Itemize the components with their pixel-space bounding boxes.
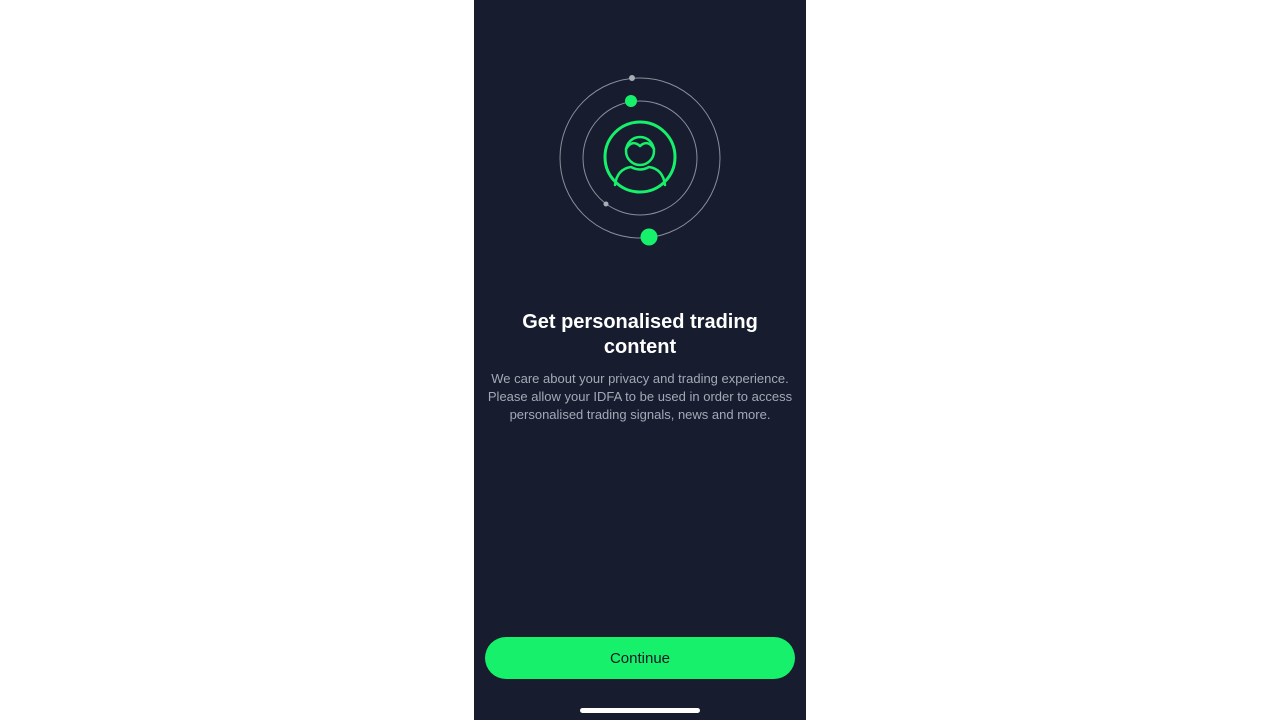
continue-button[interactable]: Continue — [485, 637, 795, 679]
orbit-dot-small-left — [603, 201, 609, 207]
orbit-dot-small-top — [629, 75, 635, 81]
outer-orbit-ring — [559, 77, 721, 239]
home-indicator[interactable] — [580, 708, 700, 713]
phone-screen: Get personalised trading content We care… — [474, 0, 806, 720]
page-title: Get personalised trading content — [522, 311, 758, 358]
personalisation-illustration — [559, 75, 721, 246]
orbit-dot-green-bottom — [640, 228, 658, 246]
privacy-description: We care about your privacy and trading e… — [487, 371, 793, 422]
user-profile-icon — [603, 120, 677, 194]
inner-orbit-ring — [582, 100, 698, 216]
orbit-dot-green-top — [625, 95, 637, 107]
screen-capture-canvas: Get personalised trading content We care… — [0, 0, 1280, 720]
